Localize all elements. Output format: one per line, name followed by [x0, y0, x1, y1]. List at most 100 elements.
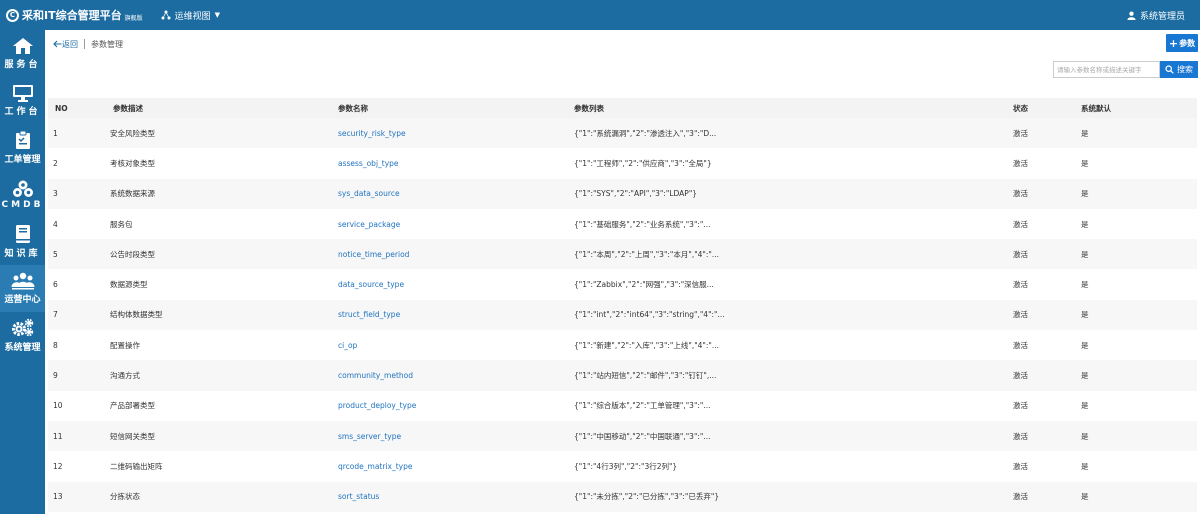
- table-row[interactable]: 3 系统数据来源 sys_data_source {"1":"SYS","2":"AP…: [48, 178, 1197, 209]
- cell-no: 9: [53, 371, 58, 381]
- user-menu[interactable]: 系统管理员: [1127, 9, 1185, 22]
- brand[interactable]: C 采和IT综合管理平台 旗舰版: [0, 7, 143, 23]
- cell-no: 8: [53, 340, 58, 350]
- cell-default: 是: [1081, 492, 1089, 502]
- search-bar: 搜索: [1053, 61, 1198, 78]
- cell-default: 是: [1081, 189, 1089, 199]
- clipboard-icon: [15, 130, 30, 149]
- cell-default: 是: [1081, 401, 1089, 411]
- cell-name-link[interactable]: service_package: [338, 220, 574, 229]
- cell-name-link[interactable]: assess_obj_type: [338, 159, 574, 168]
- table-body: 1 安全风险类型 security_risk_type {"1":"系统漏洞","2"…: [48, 118, 1197, 512]
- search-button[interactable]: 搜索: [1160, 61, 1198, 78]
- sidebar-item-workbench[interactable]: 工作台: [0, 77, 45, 124]
- brand-logo-icon: C: [6, 8, 19, 22]
- table-row[interactable]: 13 分拣状态 sort_status {"1":"未分拣","2":"已分拣","3…: [48, 481, 1197, 512]
- cell-name-link[interactable]: security_risk_type: [338, 129, 574, 138]
- cell-no: 3: [53, 189, 58, 199]
- sidebar-item-cmdb[interactable]: CMDB: [0, 171, 45, 218]
- table-row[interactable]: 4 服务包 service_package {"1":"基础服务","2":"业务系统…: [48, 208, 1197, 240]
- cell-description: 服务包: [110, 219, 133, 229]
- breadcrumb: 返回 参数管理: [53, 38, 123, 50]
- sidebar-item-label: 系统管理: [4, 343, 41, 353]
- sidebar-item-operations-center[interactable]: 运营中心: [0, 265, 45, 312]
- add-parameter-button[interactable]: + 参数: [1166, 34, 1198, 52]
- cell-description: 系统数据来源: [110, 189, 155, 199]
- user-icon: [1127, 11, 1136, 20]
- cell-name-link[interactable]: struct_field_type: [338, 310, 574, 319]
- cell-no: 7: [53, 310, 58, 320]
- plus-icon: +: [1168, 36, 1179, 50]
- cell-status: 激活: [1013, 280, 1028, 290]
- cell-status: 激活: [1013, 371, 1028, 381]
- cell-status: 激活: [1013, 492, 1028, 502]
- cell-status: 激活: [1013, 219, 1028, 229]
- table-row[interactable]: 5 公告时段类型 notice_time_period {"1":"本周","2":"…: [48, 239, 1197, 270]
- cell-status: 激活: [1013, 128, 1028, 138]
- cell-status: 激活: [1013, 310, 1028, 320]
- column-header-no[interactable]: NO: [48, 104, 106, 113]
- view-switch-dropdown[interactable]: 运维视图 ▼: [161, 9, 220, 22]
- cell-list: {"1":"SYS","2":"API","3":"LDAP"}: [574, 189, 698, 199]
- cell-list: {"1":"未分拣","2":"已分拣","3":"已丢弃"}: [574, 492, 720, 502]
- cell-name-link[interactable]: community_method: [338, 371, 574, 380]
- table-row[interactable]: 8 配置操作 ci_op {"1":"新建","2":"入库","3":"上线","4…: [48, 330, 1197, 361]
- table-row[interactable]: 10 产品部署类型 product_deploy_type {"1":"综合版本","…: [48, 390, 1197, 421]
- cell-default: 是: [1081, 158, 1089, 168]
- cell-list: {"1":"站内短信","2":"邮件","3":"钉钉",...: [574, 371, 717, 381]
- cell-name-link[interactable]: sms_server_type: [338, 432, 574, 441]
- sidebar-item-service-desk[interactable]: 服务台: [0, 30, 45, 77]
- cell-default: 是: [1081, 249, 1089, 259]
- cell-name-link[interactable]: sys_data_source: [338, 189, 574, 198]
- column-header-name[interactable]: 参数名称: [338, 103, 574, 114]
- sidebar-item-label: 工单管理: [4, 155, 41, 165]
- table-row[interactable]: 1 安全风险类型 security_risk_type {"1":"系统漏洞","2"…: [48, 118, 1197, 149]
- column-header-description[interactable]: 参数描述: [106, 103, 338, 114]
- cell-name-link[interactable]: notice_time_period: [338, 250, 574, 259]
- cell-name-link[interactable]: product_deploy_type: [338, 401, 574, 410]
- cell-no: 5: [53, 249, 58, 259]
- back-link[interactable]: 返回: [53, 39, 78, 50]
- cell-no: 6: [53, 280, 58, 290]
- cell-name-link[interactable]: qrcode_matrix_type: [338, 462, 574, 471]
- app-edition: 旗舰版: [124, 14, 143, 22]
- search-label: 搜索: [1177, 65, 1193, 74]
- table-row[interactable]: 9 沟通方式 community_method {"1":"站内短信","2":"邮件…: [48, 360, 1197, 391]
- cell-status: 激活: [1013, 249, 1028, 259]
- column-header-status[interactable]: 状态: [1009, 103, 1077, 114]
- cell-list: {"1":"Zabbix","2":"网强","3":"深信服...: [574, 280, 714, 290]
- sidebar-item-label: 工作台: [4, 107, 41, 117]
- table-row[interactable]: 2 考核对象类型 assess_obj_type {"1":"工程师","2":"供应…: [48, 148, 1197, 179]
- table-row[interactable]: 6 数据源类型 data_source_type {"1":"Zabbix","2":…: [48, 269, 1197, 300]
- sidebar-item-label: 知识库: [4, 249, 41, 259]
- cell-list: {"1":"int","2":"int64","3":"string","4":…: [574, 310, 725, 320]
- column-header-default[interactable]: 系统默认: [1077, 103, 1197, 114]
- sidebar-item-knowledge-base[interactable]: 知识库: [0, 218, 45, 265]
- network-icon: [161, 10, 171, 20]
- table-row[interactable]: 11 短信网关类型 sms_server_type {"1":"中国移动","2":"…: [48, 420, 1197, 452]
- cell-no: 12: [53, 461, 63, 471]
- cell-list: {"1":"中国移动","2":"中国联通","3":"...: [574, 431, 711, 441]
- cell-name-link[interactable]: sort_status: [338, 492, 574, 501]
- sidebar-item-system-admin[interactable]: 系统管理: [0, 312, 45, 359]
- cell-name-link[interactable]: data_source_type: [338, 280, 574, 289]
- cell-no: 11: [53, 431, 63, 441]
- cell-description: 公告时段类型: [110, 249, 155, 259]
- cell-no: 4: [53, 219, 58, 229]
- cell-status: 激活: [1013, 431, 1028, 441]
- cell-description: 安全风险类型: [110, 128, 155, 138]
- table-row[interactable]: 7 结构体数据类型 struct_field_type {"1":"int","2":…: [48, 299, 1197, 331]
- column-header-list[interactable]: 参数列表: [574, 103, 1009, 114]
- sidebar-item-tickets[interactable]: 工单管理: [0, 124, 45, 171]
- search-input[interactable]: [1053, 61, 1160, 78]
- divider: [84, 39, 85, 49]
- search-icon: [1165, 65, 1174, 74]
- add-parameter-label: 参数: [1179, 38, 1196, 48]
- cell-default: 是: [1081, 128, 1089, 138]
- app-title: 采和IT综合管理平台: [22, 9, 122, 22]
- cell-no: 2: [53, 158, 58, 168]
- cell-status: 激活: [1013, 189, 1028, 199]
- table-row[interactable]: 12 二维码输出矩阵 qrcode_matrix_type {"1":"4行3列","…: [48, 451, 1197, 482]
- cell-name-link[interactable]: ci_op: [338, 341, 574, 350]
- sidebar-item-label: CMDB: [1, 199, 44, 210]
